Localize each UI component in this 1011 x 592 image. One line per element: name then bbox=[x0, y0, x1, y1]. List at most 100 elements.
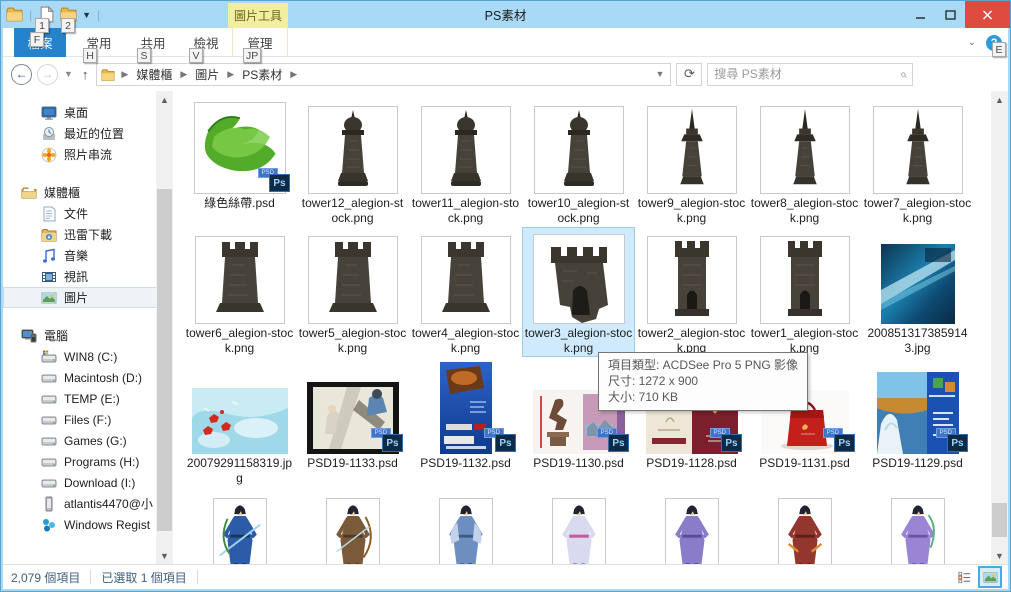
picture-tools-contextual-label: 圖片工具 bbox=[228, 3, 288, 28]
tab-view[interactable]: 檢視 bbox=[180, 28, 232, 57]
sidebar-item[interactable]: 電腦 bbox=[3, 325, 173, 346]
scrollbar-thumb[interactable] bbox=[157, 189, 172, 531]
tooltip-dimensions: 尺寸: 1272 x 900 bbox=[608, 373, 798, 389]
sidebar-item[interactable]: Games (G:) bbox=[3, 430, 173, 451]
photo-stream-icon bbox=[41, 147, 57, 163]
thumbnail-view-button[interactable] bbox=[980, 568, 1000, 586]
sidebar-item[interactable]: 音樂 bbox=[3, 245, 173, 266]
thumbnail-area bbox=[748, 227, 861, 324]
file-tile[interactable]: tower8_alegion-stock.png bbox=[748, 97, 861, 227]
thumbnail-area: PSDPs bbox=[183, 97, 296, 194]
scroll-up-icon[interactable]: ▲ bbox=[156, 91, 173, 108]
tab-home[interactable]: 常用 bbox=[73, 28, 125, 57]
sidebar-item-label: 音樂 bbox=[64, 247, 88, 264]
file-tile[interactable]: tower9_alegion-stock.png bbox=[635, 97, 748, 227]
file-tile[interactable]: PSDPsPSD19-1133.psd bbox=[296, 357, 409, 487]
file-tile[interactable] bbox=[409, 487, 522, 564]
sidebar-item[interactable]: Windows Regist bbox=[3, 514, 173, 535]
sidebar-item[interactable]: 最近的位置 bbox=[3, 123, 173, 144]
content-scrollbar[interactable]: ▲ ▼ bbox=[991, 91, 1008, 564]
file-tile[interactable] bbox=[296, 487, 409, 564]
file-tile[interactable]: tower5_alegion-stock.png bbox=[296, 227, 409, 357]
file-tile[interactable]: tower2_alegion-stock.png bbox=[635, 227, 748, 357]
figure-white-purple-thumbnail bbox=[552, 498, 606, 564]
sidebar-item[interactable]: 媒體櫃 bbox=[3, 182, 173, 203]
scroll-down-icon[interactable]: ▼ bbox=[991, 547, 1008, 564]
file-tile[interactable] bbox=[861, 487, 974, 564]
file-tile[interactable]: 20079291158319.jpg bbox=[183, 357, 296, 487]
file-tile[interactable]: tower1_alegion-stock.png bbox=[748, 227, 861, 357]
figure-purple-robe-thumbnail bbox=[665, 498, 719, 564]
sidebar-item-label: atlantis4470@小 bbox=[64, 495, 153, 512]
back-button[interactable]: ← bbox=[11, 64, 32, 85]
file-tile[interactable]: tower7_alegion-stock.png bbox=[861, 97, 974, 227]
scroll-up-icon[interactable]: ▲ bbox=[991, 91, 1008, 108]
file-tile[interactable]: tower12_alegion-stock.png bbox=[296, 97, 409, 227]
address-dropdown-icon[interactable]: ▼ bbox=[656, 69, 667, 79]
title-bar: | ▼ | 圖片工具 PS素材 bbox=[1, 1, 1010, 28]
file-tile[interactable] bbox=[748, 487, 861, 564]
collapse-ribbon-icon[interactable]: ⌄ bbox=[968, 37, 976, 48]
file-name: tower9_alegion-stock.png bbox=[638, 196, 746, 227]
minimize-button[interactable] bbox=[905, 1, 935, 28]
breadcrumb-pictures[interactable]: 圖片 bbox=[193, 66, 221, 83]
maximize-button[interactable] bbox=[935, 1, 965, 28]
main-area: 桌面最近的位置照片串流媒體櫃文件迅雷下載音樂視訊圖片電腦WIN8 (C:)Mac… bbox=[3, 91, 1008, 564]
recent-locations-dropdown-icon[interactable]: ▼ bbox=[63, 69, 74, 79]
tab-share[interactable]: 共用 bbox=[127, 28, 179, 57]
breadcrumb-libraries[interactable]: 媒體櫃 bbox=[134, 66, 174, 83]
sidebar-item[interactable]: atlantis4470@小 bbox=[3, 493, 173, 514]
thumbnail-area bbox=[183, 227, 296, 324]
scroll-down-icon[interactable]: ▼ bbox=[156, 547, 173, 564]
sidebar-item[interactable]: 迅雷下載 bbox=[3, 224, 173, 245]
details-view-button[interactable] bbox=[954, 568, 974, 586]
file-tile[interactable]: tower4_alegion-stock.png bbox=[409, 227, 522, 357]
file-info-tooltip: 項目類型: ACDSee Pro 5 PNG 影像 尺寸: 1272 x 900… bbox=[598, 352, 808, 411]
close-button[interactable] bbox=[965, 1, 1010, 28]
file-tile[interactable]: tower6_alegion-stock.png bbox=[183, 227, 296, 357]
refresh-button[interactable]: ⟳ bbox=[676, 63, 702, 86]
sidebar-scrollbar[interactable]: ▲ ▼ bbox=[156, 91, 173, 564]
qat-customize-dropdown-icon[interactable]: ▼ bbox=[82, 10, 91, 20]
selected-count: 已選取 1 個項目 bbox=[101, 569, 186, 586]
folder-icon bbox=[101, 67, 115, 81]
thumbnail-area bbox=[635, 487, 748, 564]
file-tile[interactable]: tower3_alegion-stock.png bbox=[522, 227, 635, 357]
drive-icon bbox=[41, 454, 57, 470]
sidebar-item[interactable]: Download (I:) bbox=[3, 472, 173, 493]
keytip-qat-1: 1 bbox=[35, 18, 49, 33]
file-tile[interactable]: tower10_alegion-stock.png bbox=[522, 97, 635, 227]
file-tile[interactable] bbox=[522, 487, 635, 564]
file-tile[interactable]: tower11_alegion-stock.png bbox=[409, 97, 522, 227]
breadcrumb-current-folder[interactable]: PS素材 bbox=[240, 66, 284, 83]
toolbar-separator: | bbox=[96, 8, 101, 22]
file-tile[interactable] bbox=[635, 487, 748, 564]
sidebar-item[interactable]: Programs (H:) bbox=[3, 451, 173, 472]
figure-blue-robe-thumbnail bbox=[439, 498, 493, 564]
file-tile[interactable] bbox=[183, 487, 296, 564]
sidebar-item[interactable]: Files (F:) bbox=[3, 409, 173, 430]
quick-access-toolbar: | ▼ | bbox=[6, 6, 101, 23]
search-input[interactable] bbox=[714, 67, 899, 81]
breadcrumb-arrow-icon: ▶ bbox=[223, 69, 238, 80]
sidebar-item[interactable]: Macintosh (D:) bbox=[3, 367, 173, 388]
file-tile[interactable]: PSDPsPSD19-1132.psd bbox=[409, 357, 522, 487]
sidebar-item[interactable]: 文件 bbox=[3, 203, 173, 224]
sidebar-item-label: 照片串流 bbox=[64, 146, 112, 163]
search-icon[interactable]: ⌕ bbox=[900, 67, 907, 82]
thumbnail-area bbox=[296, 97, 409, 194]
sidebar-item[interactable]: WIN8 (C:) bbox=[3, 346, 173, 367]
sidebar-item[interactable]: 視訊 bbox=[3, 266, 173, 287]
forward-button[interactable]: → bbox=[37, 64, 58, 85]
sidebar-item[interactable]: 圖片 bbox=[3, 287, 173, 308]
file-tile[interactable]: PSDPs綠色絲帶.psd bbox=[183, 97, 296, 227]
scrollbar-thumb[interactable] bbox=[992, 503, 1007, 537]
up-button[interactable]: ↑ bbox=[79, 67, 92, 82]
file-tile[interactable]: PSDPsPSD19-1129.psd bbox=[861, 357, 974, 487]
sidebar-item[interactable]: TEMP (E:) bbox=[3, 388, 173, 409]
address-bar[interactable]: ▶ 媒體櫃 ▶ 圖片 ▶ PS素材 ▶ ▼ bbox=[96, 63, 671, 86]
thumbnail-area bbox=[522, 97, 635, 194]
file-tile[interactable]: 2008513173859143.jpg bbox=[861, 227, 974, 357]
sidebar-item[interactable]: 照片串流 bbox=[3, 144, 173, 165]
sidebar-item[interactable]: 桌面 bbox=[3, 102, 173, 123]
